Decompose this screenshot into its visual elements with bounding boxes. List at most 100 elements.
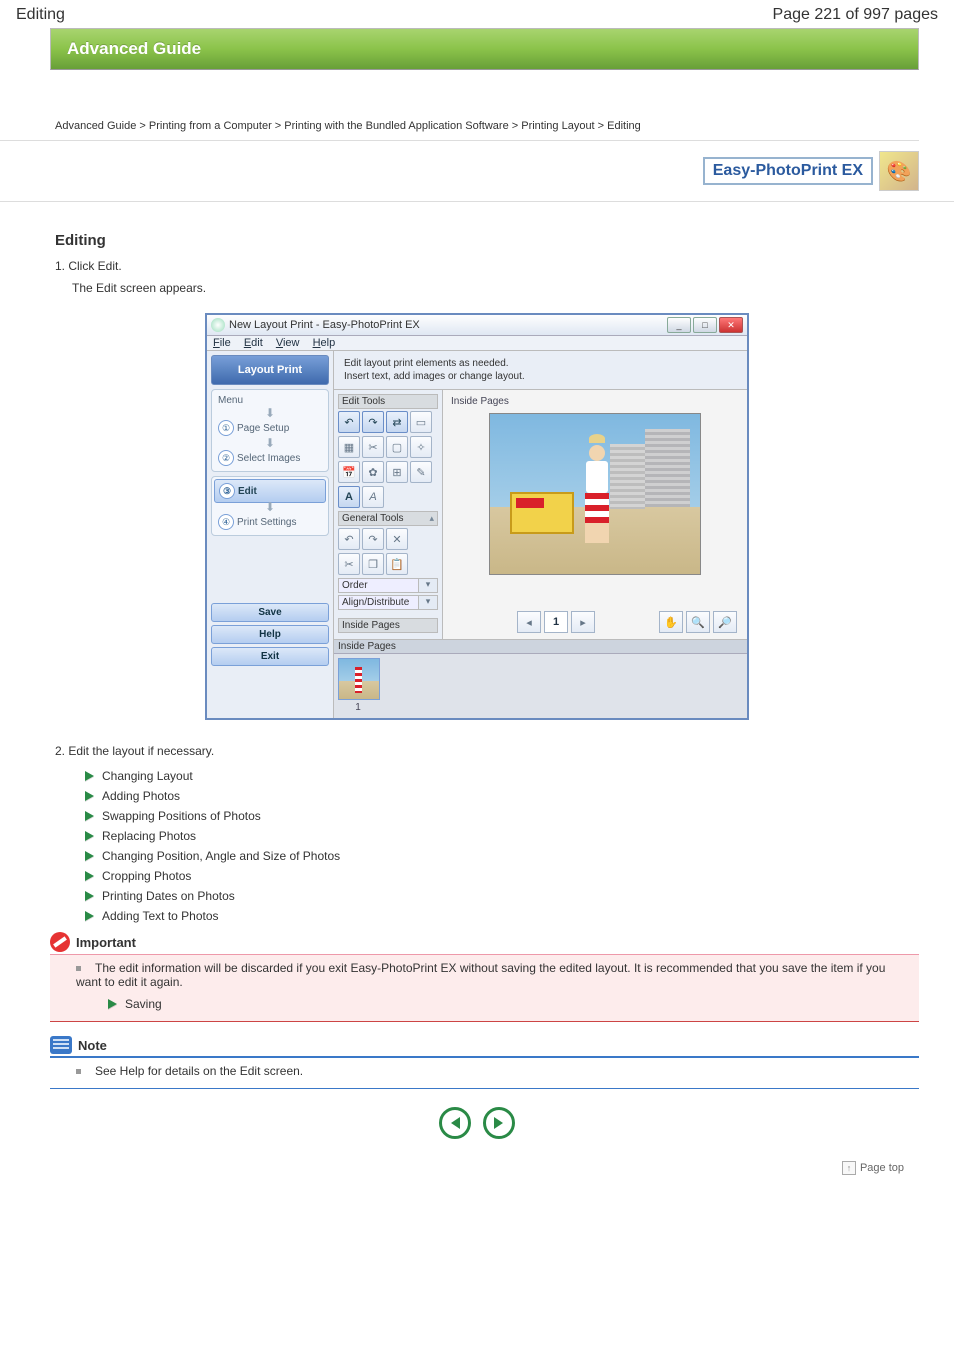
hand-tool-icon[interactable]: ✋ <box>659 611 683 633</box>
page-title: Editing <box>0 202 919 255</box>
list-item[interactable]: Adding Text to Photos <box>85 906 919 926</box>
arrow-right-icon <box>85 851 94 861</box>
delete-icon[interactable]: ✕ <box>386 528 408 550</box>
note-icon <box>50 1036 72 1054</box>
product-logo-text: Easy-PhotoPrint EX <box>703 157 873 185</box>
redo-icon[interactable]: ↷ <box>362 528 384 550</box>
app-screenshot: New Layout Print - Easy-PhotoPrint EX _ … <box>205 313 749 720</box>
page-header-left: Editing <box>16 6 65 24</box>
note-title: Note <box>78 1038 107 1053</box>
enhance-icon[interactable]: ✧ <box>410 436 432 458</box>
arrow-down-icon: ⬇ <box>214 439 326 447</box>
list-item[interactable]: Printing Dates on Photos <box>85 886 919 906</box>
swap-icon[interactable]: ⇄ <box>386 411 408 433</box>
prev-page-button[interactable]: ◂ <box>517 611 541 633</box>
page-thumbnail[interactable]: 1 <box>338 658 378 714</box>
prev-topic-button[interactable] <box>439 1107 471 1139</box>
menu-view[interactable]: View <box>276 337 300 349</box>
menu-edit[interactable]: Edit <box>244 337 263 349</box>
crop-icon[interactable]: ✂ <box>362 436 384 458</box>
text-italic-icon[interactable]: A <box>362 486 384 508</box>
important-link[interactable]: Saving <box>125 997 162 1011</box>
order-dropdown[interactable]: Order▾ <box>338 578 438 593</box>
align-dropdown[interactable]: Align/Distribute▾ <box>338 595 438 610</box>
list-item[interactable]: Swapping Positions of Photos <box>85 806 919 826</box>
page-header-right: Page 221 of 997 pages <box>773 6 938 24</box>
window-titlebar: New Layout Print - Easy-PhotoPrint EX _ … <box>207 315 747 336</box>
step-2-text: 2. Edit the layout if necessary. <box>0 740 954 762</box>
next-topic-button[interactable] <box>483 1107 515 1139</box>
arrow-right-icon <box>108 999 117 1009</box>
help-button[interactable]: Help <box>211 625 329 644</box>
app-icon <box>211 318 225 332</box>
note-block: Note See Help for details on the Edit sc… <box>50 1034 919 1089</box>
step-1-result: The Edit screen appears. <box>0 277 954 299</box>
replace-icon[interactable]: ▭ <box>410 411 432 433</box>
next-page-button[interactable]: ▸ <box>571 611 595 633</box>
page-top-link[interactable]: Page top <box>860 1162 904 1174</box>
list-item[interactable]: Changing Layout <box>85 766 919 786</box>
important-block: Important The edit information will be d… <box>50 930 919 1022</box>
tools-panel: Edit Tools ↶ ↷ ⇄ ▭ ▦ ✂ ▢ ✧ 📅 <box>334 390 443 639</box>
important-icon <box>50 932 70 952</box>
cut-icon[interactable]: ✂ <box>338 553 360 575</box>
arrow-right-icon <box>85 911 94 921</box>
close-button[interactable]: ✕ <box>719 317 743 333</box>
advanced-guide-banner: Advanced Guide <box>50 28 919 70</box>
instruction-text: Edit layout print elements as needed. In… <box>334 351 747 390</box>
arrange-icon[interactable]: ⊞ <box>386 461 408 483</box>
frame-icon[interactable]: ▢ <box>386 436 408 458</box>
arrow-right-icon <box>85 871 94 881</box>
arrow-right-icon <box>85 891 94 901</box>
collapse-up-icon[interactable]: ▴ <box>429 513 434 524</box>
photo-preview[interactable] <box>489 413 701 575</box>
arrow-right-icon <box>85 771 94 781</box>
up-arrow-icon[interactable]: ↑ <box>842 1161 856 1175</box>
menu-file[interactable]: File <box>213 337 231 349</box>
edit-tools-header: Edit Tools <box>338 394 438 409</box>
list-item[interactable]: Replacing Photos <box>85 826 919 846</box>
thumbstrip-header: Inside Pages <box>334 640 747 654</box>
zoom-in-icon[interactable]: 🔍 <box>686 611 710 633</box>
arrow-down-icon: ⬇ <box>214 409 326 417</box>
undo-icon[interactable]: ↶ <box>338 528 360 550</box>
date-icon[interactable]: 📅 <box>338 461 360 483</box>
general-tools-header[interactable]: General Tools▴ <box>338 511 438 526</box>
text-bold-icon[interactable]: A <box>338 486 360 508</box>
arrow-right-icon <box>85 831 94 841</box>
canvas-title: Inside Pages <box>451 396 743 407</box>
paste-icon[interactable]: 📋 <box>386 553 408 575</box>
correct-icon[interactable]: ✎ <box>410 461 432 483</box>
chevron-down-icon[interactable]: ▾ <box>419 595 438 610</box>
rotate-right-icon[interactable]: ↷ <box>362 411 384 433</box>
menu-help[interactable]: Help <box>313 337 336 349</box>
image-icon[interactable]: ▦ <box>338 436 360 458</box>
inside-pages-header: Inside Pages <box>338 618 438 633</box>
mode-banner: Layout Print <box>211 355 329 385</box>
zoom-out-icon[interactable]: 🔎 <box>713 611 737 633</box>
thumbnail-number: 1 <box>338 700 378 713</box>
chevron-down-icon[interactable]: ▾ <box>419 578 438 593</box>
step-1-text: 1. Click Edit. <box>0 255 954 277</box>
canvas-area[interactable] <box>447 409 743 609</box>
important-text: The edit information will be discarded i… <box>76 961 885 989</box>
rotate-left-icon[interactable]: ↶ <box>338 411 360 433</box>
list-item[interactable]: Cropping Photos <box>85 866 919 886</box>
bullet-icon <box>76 966 81 971</box>
bullet-icon <box>76 1069 81 1074</box>
exit-button[interactable]: Exit <box>211 647 329 666</box>
arrow-right-icon <box>85 791 94 801</box>
stamp-icon[interactable]: ✿ <box>362 461 384 483</box>
minimize-button[interactable]: _ <box>667 317 691 333</box>
list-item[interactable]: Adding Photos <box>85 786 919 806</box>
step-select-images[interactable]: ②Select Images <box>214 447 326 469</box>
step-print-settings[interactable]: ④Print Settings <box>214 511 326 533</box>
important-title: Important <box>76 935 136 950</box>
breadcrumb: Advanced Guide > Printing from a Compute… <box>0 90 919 141</box>
copy-icon[interactable]: ❐ <box>362 553 384 575</box>
product-logo-icon: 🎨 <box>879 151 919 191</box>
maximize-button[interactable]: □ <box>693 317 717 333</box>
function-list: Changing Layout Adding Photos Swapping P… <box>0 766 954 926</box>
save-button[interactable]: Save <box>211 603 329 622</box>
list-item[interactable]: Changing Position, Angle and Size of Pho… <box>85 846 919 866</box>
